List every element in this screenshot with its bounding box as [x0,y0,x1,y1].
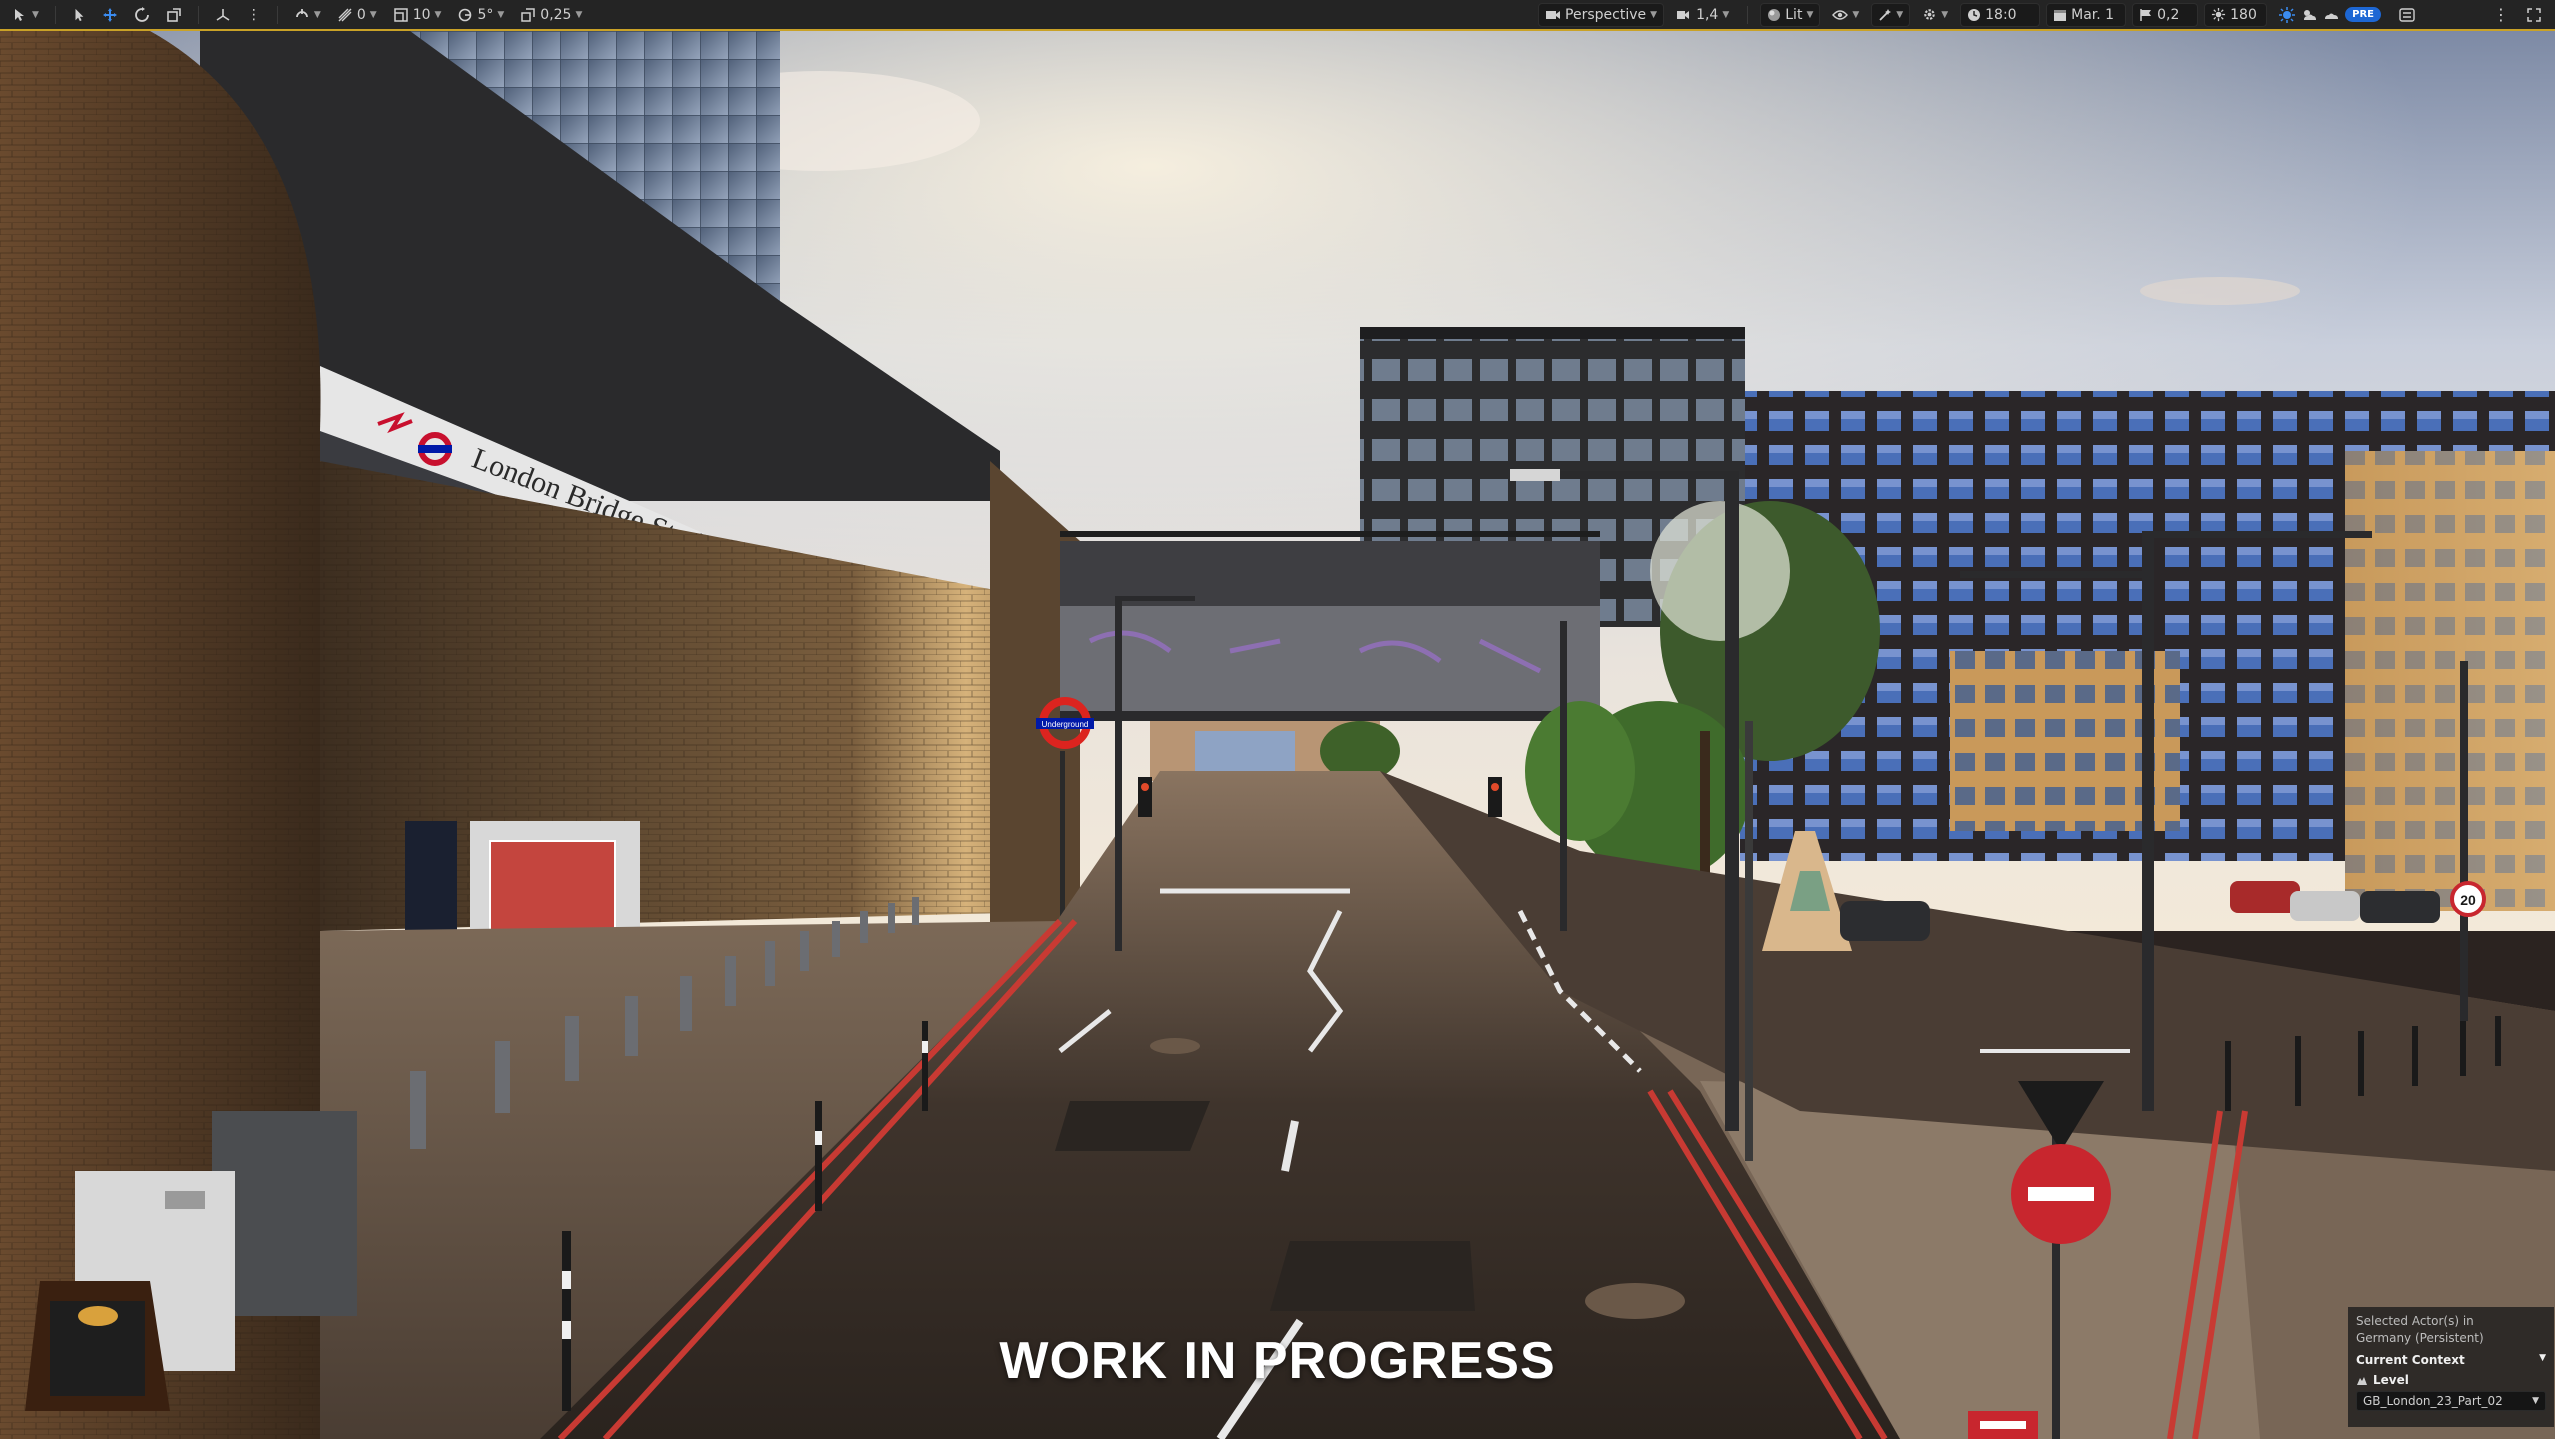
chevron-down-icon: ▼ [2532,1396,2539,1406]
lit-sphere-icon [1768,8,1781,21]
chevron-down-icon: ▼ [1806,9,1814,20]
chevron-down-icon: ▼ [2539,1353,2546,1363]
chevron-down-icon: ▼ [497,9,505,20]
sky-preset-buttons[interactable]: PRE [2273,3,2387,27]
calendar-icon [2054,9,2067,21]
time-of-day-field[interactable]: 18:0 [1960,2,2041,27]
level-icon [2357,1377,2367,1385]
preset-badge[interactable]: PRE [2345,7,2381,22]
camera-speed-value: 1,4 [1696,6,1719,23]
chevron-down-icon: ▼ [1896,9,1904,20]
show-flags-dropdown[interactable]: ▼ [1826,3,1865,27]
chevron-down-icon: ▼ [32,9,39,20]
camera-speed-icon [1677,10,1690,19]
settings-dropdown[interactable]: ▼ [1916,3,1954,27]
level-viewport[interactable]: London Bridge Station Underground 20 WOR… [0,31,2555,1439]
select-icon [75,8,84,21]
lighting-mode-label: Lit [1785,6,1803,23]
selection-context-panel: Selected Actor(s) in Germany (Persistent… [2348,1307,2554,1427]
date-field[interactable]: Mar. 1 [2046,2,2127,27]
rotate-icon [135,6,149,22]
rotation-snap-value: 5° [477,6,494,23]
cloud-icon [2325,13,2339,19]
scale-snap-icon [521,7,536,22]
grid-snap-icon [338,8,352,21]
sun-preset-icon [2279,6,2296,23]
layout-icon [2399,7,2415,22]
speed-limit-text: 20 [2460,892,2476,908]
distance-field[interactable]: 0,2 [2132,2,2199,27]
chevron-down-icon: ▼ [1722,9,1730,20]
chevron-down-icon: ▼ [434,9,442,20]
flag-icon [2140,8,2152,21]
more-options-button[interactable]: ⋮ [241,3,267,27]
grid-size-icon [393,7,408,22]
time-of-day-value: 18:0 [1985,6,2017,23]
select-tool-button[interactable] [66,3,92,27]
chevron-down-icon: ▼ [575,9,583,20]
grid-size-button[interactable]: 10 ▼ [387,3,448,27]
maximize-icon [2527,7,2541,22]
move-icon [102,7,117,22]
viewport-options-button[interactable]: ▼ [6,3,45,27]
rotation-snap-icon [459,8,472,21]
viewport-toolbar: ▼ ⋮ ▼ 0 ▼ 10 ▼ 5° ▼ 0,25 ▼ Perspective ▼… [0,0,2555,31]
scale-snap-button[interactable]: 0,25 ▼ [514,3,588,27]
rotation-snap-button[interactable]: 5° ▼ [451,3,510,27]
select-mode-icon [15,8,24,21]
current-context-header[interactable]: Current Context ▼ [2356,1353,2546,1367]
scale-tool-button[interactable] [160,3,188,27]
sun-angle-field[interactable]: 180 [2204,2,2268,27]
distance-value: 0,2 [2157,6,2180,23]
chevron-down-icon: ▼ [1852,9,1860,20]
view-mode-label: Perspective [1565,6,1647,23]
coordinate-system-button[interactable] [209,3,237,27]
level-row: Level [2356,1373,2546,1387]
maximize-viewport-button[interactable] [2521,3,2547,27]
layout-dropdown[interactable] [2393,3,2421,27]
clock-icon [1968,8,1981,21]
lighting-mode-dropdown[interactable]: Lit ▼ [1760,2,1821,27]
camera-icon [1546,10,1561,19]
camera-speed-dropdown[interactable]: 1,4 ▼ [1670,3,1735,27]
grid-size-value: 10 [412,6,431,23]
level-label: Level [2373,1373,2409,1387]
cloud-sun-icon [2304,9,2317,20]
world-axes-icon [216,8,230,21]
scene-render: London Bridge Station Underground 20 [0,31,2555,1439]
chevron-down-icon: ▼ [1650,9,1658,20]
surface-snap-icon [296,8,308,17]
scale-icon [167,7,181,22]
work-in-progress-overlay: WORK IN PROGRESS [999,1332,1556,1390]
vertical-dots-icon: ⋮ [246,6,261,23]
sun-icon [2212,7,2226,22]
viewport-menu-button[interactable]: ⋮ [2487,3,2515,27]
chevron-down-icon: ▼ [369,9,377,20]
gear-icon [1924,9,1935,20]
level-dropdown[interactable]: GB_London_23_Part_02 ▼ [2356,1391,2546,1411]
selection-info-line: Selected Actor(s) in [2356,1314,2474,1328]
grid-snap-value: 0 [356,6,366,23]
chevron-down-icon: ▼ [313,9,321,20]
chevron-down-icon: ▼ [1941,9,1949,20]
grid-snap-button[interactable]: 0 ▼ [331,3,383,27]
move-tool-button[interactable] [96,3,124,27]
surface-snap-button[interactable]: ▼ [288,3,327,27]
underground-sign-text: Underground [1042,720,1089,729]
vertical-dots-icon: ⋮ [2493,5,2509,24]
rotate-tool-button[interactable] [128,3,156,27]
scale-snap-value: 0,25 [540,6,572,23]
sun-angle-value: 180 [2230,6,2257,23]
wand-icon [1879,8,1892,21]
selection-world-line: Germany (Persistent) [2356,1331,2484,1345]
date-value: Mar. 1 [2071,6,2115,23]
view-mode-dropdown[interactable]: Perspective ▼ [1538,2,1665,27]
eye-icon [1832,9,1849,20]
current-context-label: Current Context [2356,1353,2465,1367]
level-value: GB_London_23_Part_02 [2363,1394,2503,1408]
performance-dropdown[interactable]: ▼ [1871,2,1911,27]
